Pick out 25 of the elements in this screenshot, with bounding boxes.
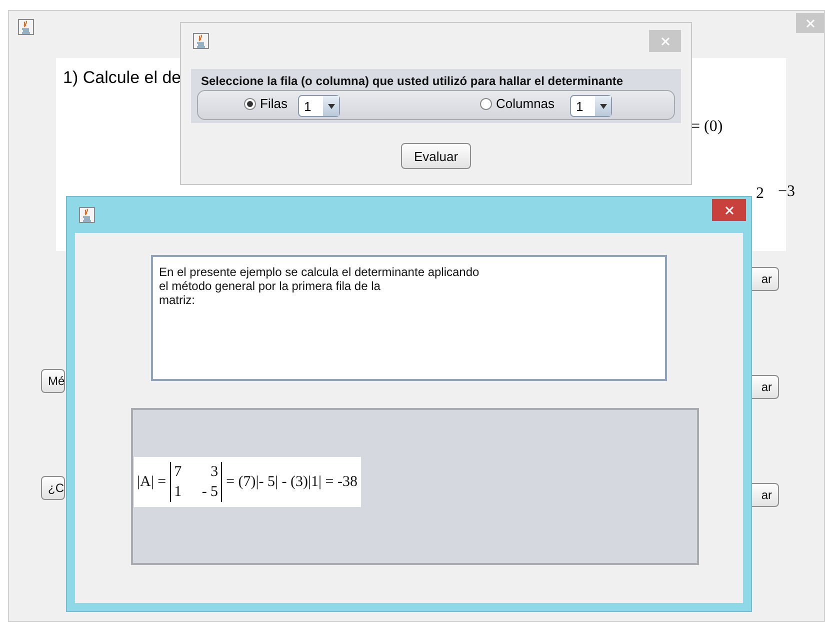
java-icon bbox=[79, 207, 95, 223]
close-icon bbox=[806, 18, 814, 28]
radio-label: Columnas bbox=[496, 96, 555, 111]
radio-button[interactable] bbox=[244, 98, 256, 110]
instruction-text: Seleccione la fila (o columna) que usted utilizó para hallar el determinante bbox=[200, 73, 624, 88]
caret-icon bbox=[328, 104, 334, 108]
row-dropdown[interactable]: 1 bbox=[298, 95, 340, 117]
java-icon bbox=[18, 19, 34, 35]
left-button[interactable]: ¿C bbox=[41, 476, 65, 500]
caret-icon bbox=[600, 104, 606, 108]
radio-label: Filas bbox=[260, 96, 288, 111]
row-dropdown[interactable]: 1 bbox=[570, 95, 612, 117]
formula-image: |A| = 7 3 1 - 5 = (7)|- 5| - (3)|1| = -38 bbox=[134, 457, 362, 507]
close-button[interactable] bbox=[712, 199, 746, 221]
math-text: = (0) bbox=[691, 118, 723, 136]
radio-button[interactable] bbox=[480, 98, 492, 110]
matrix-entry: −3 bbox=[778, 183, 796, 201]
explanation-text: En el presente ejemplo se calcula el determinante aplicando el método general por la primera fila de la matriz: bbox=[151, 255, 667, 381]
close-icon bbox=[724, 206, 734, 214]
java-icon bbox=[193, 33, 209, 49]
close-icon bbox=[660, 36, 670, 46]
question-text: 1) Calcule el de bbox=[63, 68, 182, 88]
left-button[interactable]: Mé bbox=[41, 369, 65, 393]
matrix-entry: 2 bbox=[756, 185, 764, 203]
evaluate-button[interactable]: Evaluar bbox=[401, 143, 471, 169]
